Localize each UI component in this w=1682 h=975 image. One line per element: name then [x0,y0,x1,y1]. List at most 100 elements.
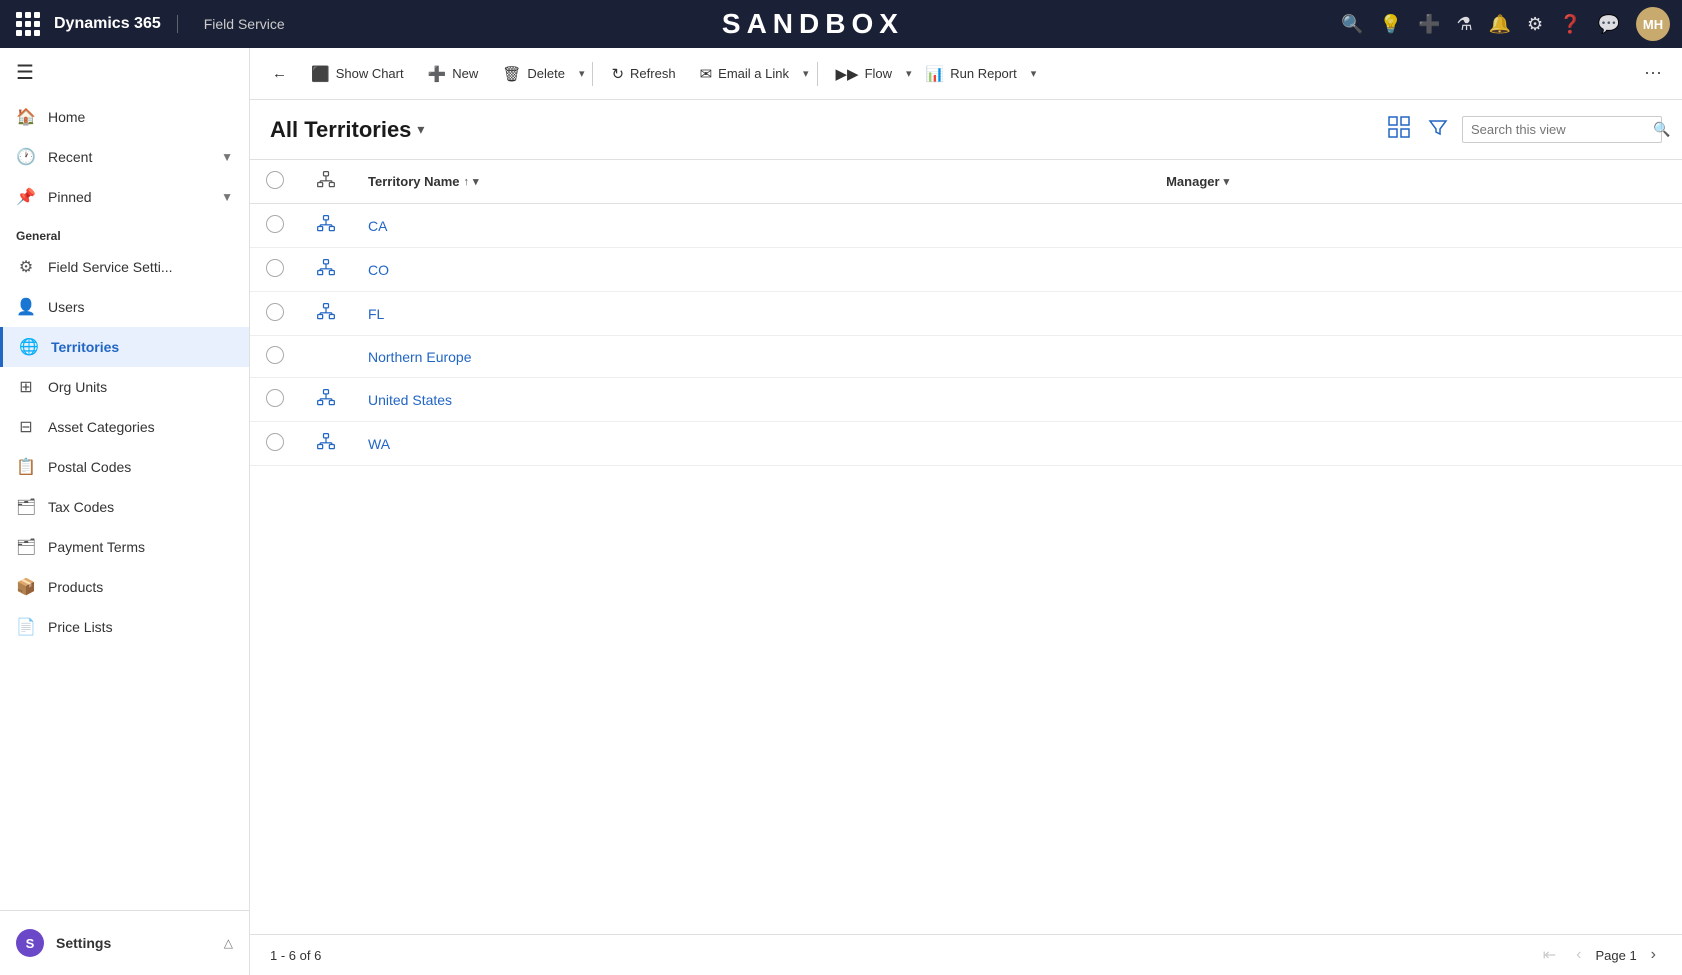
bell-icon[interactable]: 🔔 [1489,14,1511,35]
sidebar-item-asset-categories[interactable]: ⊟ Asset Categories [0,407,249,447]
flow-button[interactable]: ▶▶ Flow [826,59,903,89]
territory-link[interactable]: United States [368,392,452,408]
next-page-button[interactable]: › [1645,944,1662,966]
app-grid-icon[interactable] [12,8,44,40]
settings-icon[interactable]: ⚙ [1527,14,1543,35]
table-row: CA [250,204,1682,248]
row-checkbox[interactable] [266,259,284,277]
row-checkbox[interactable] [266,303,284,321]
sort-dropdown-icon[interactable]: ▾ [473,175,479,188]
org-units-icon: ⊞ [16,377,36,397]
row-checkbox[interactable] [266,389,284,407]
table-row: WA [250,422,1682,466]
territory-name-col-header[interactable]: Territory Name ↑ ▾ [352,160,1150,204]
settings-chevron-icon: △ [224,936,233,950]
lightbulb-icon[interactable]: 💡 [1380,14,1402,35]
email-dropdown-icon[interactable]: ▾ [803,67,809,80]
row-checkbox-cell [250,422,300,466]
app-title[interactable]: Dynamics 365 [54,15,178,33]
table-row: Northern Europe [250,336,1682,378]
sidebar-item-price-lists[interactable]: 📄 Price Lists [0,607,249,647]
hierarchy-icon [316,302,336,322]
territory-name-cell: CA [352,204,1150,248]
sidebar-item-field-service-settings[interactable]: ⚙ Field Service Setti... [0,247,249,287]
sidebar-item-asset-categories-label: Asset Categories [48,419,155,435]
run-report-dropdown-icon[interactable]: ▾ [1031,67,1037,80]
delete-button[interactable]: 🗑 Delete [492,59,575,89]
help-icon[interactable]: ❓ [1559,14,1581,35]
sidebar-item-org-units[interactable]: ⊞ Org Units [0,367,249,407]
hamburger-icon[interactable]: ☰ [16,60,34,85]
chat-icon[interactable]: 💬 [1598,14,1620,35]
sidebar-item-territories[interactable]: 🌐 Territories [0,327,249,367]
sidebar-item-postal-codes[interactable]: 📋 Postal Codes [0,447,249,487]
territory-name-label: Territory Name [368,174,460,189]
back-icon: ← [272,65,287,82]
territory-name-cell: FL [352,292,1150,336]
territory-link[interactable]: CA [368,218,387,234]
icon-col-header [300,160,352,204]
module-title[interactable]: Field Service [188,16,285,32]
sidebar-item-tax-codes[interactable]: 🗂 Tax Codes [0,487,249,527]
sidebar-settings-item[interactable]: S Settings △ [0,919,249,967]
table-header: Territory Name ↑ ▾ Manager ▾ [250,160,1682,204]
more-options-icon[interactable]: ⋯ [1636,59,1670,88]
plus-icon[interactable]: ➕ [1418,14,1440,35]
manager-cell [1150,336,1682,378]
top-nav: Dynamics 365 Field Service SANDBOX 🔍 💡 ➕… [0,0,1682,48]
sidebar-item-recent-label: Recent [48,149,92,165]
row-checkbox[interactable] [266,346,284,364]
row-checkbox[interactable] [266,433,284,451]
search-submit-icon[interactable]: 🔍 [1653,121,1670,138]
territory-link[interactable]: Northern Europe [368,349,472,365]
search-input[interactable] [1471,122,1647,137]
payment-terms-icon: 🗂 [16,537,36,557]
manager-sort-icon[interactable]: ▾ [1224,175,1230,188]
new-button[interactable]: ➕ New [418,59,489,89]
view-title-chevron-icon[interactable]: ▾ [417,121,424,138]
run-report-button[interactable]: 📊 Run Report [916,59,1027,89]
pagination-bar: 1 - 6 of 6 ⇤ ‹ Page 1 › [250,934,1682,975]
table-row: United States [250,378,1682,422]
sidebar-item-products[interactable]: 📦 Products [0,567,249,607]
refresh-button[interactable]: ↻ Refresh [601,59,685,89]
delete-dropdown-icon[interactable]: ▾ [579,67,585,80]
sidebar-item-payment-terms[interactable]: 🗂 Payment Terms [0,527,249,567]
sidebar-header: ☰ [0,48,249,97]
prev-page-button[interactable]: ‹ [1570,944,1587,966]
delete-label: Delete [527,66,565,81]
territory-link[interactable]: CO [368,262,389,278]
sidebar-item-home[interactable]: 🏠 Home [0,97,249,137]
select-all-checkbox[interactable] [266,171,284,189]
flow-icon: ▶▶ [836,65,859,83]
user-avatar[interactable]: MH [1636,7,1670,41]
view-layout-icon[interactable] [1384,112,1414,147]
general-section-label: General [0,217,249,247]
email-link-button[interactable]: ✉ Email a Link [690,59,799,89]
territory-link[interactable]: WA [368,436,390,452]
filter-icon[interactable]: ⚗ [1456,14,1472,35]
filter-funnel-icon[interactable] [1424,113,1452,146]
sidebar-bottom: S Settings △ [0,910,249,975]
back-button[interactable]: ← [262,59,297,88]
row-checkbox-cell [250,248,300,292]
sidebar-item-users[interactable]: 👤 Users [0,287,249,327]
sidebar-item-pinned-label: Pinned [48,189,92,205]
show-chart-button[interactable]: ⬛ Show Chart [301,59,414,89]
page-label: Page 1 [1595,948,1636,963]
territory-link[interactable]: FL [368,306,384,322]
sidebar-item-recent[interactable]: 🕐 Recent ▼ [0,137,249,177]
table-body: CA CO FL Northern Europe United States [250,204,1682,466]
sidebar-item-territories-label: Territories [51,339,119,355]
hierarchy-icon [316,258,336,278]
home-icon: 🏠 [16,107,36,127]
search-icon[interactable]: 🔍 [1341,14,1363,35]
first-page-button[interactable]: ⇤ [1537,943,1562,967]
flow-dropdown-icon[interactable]: ▾ [906,67,912,80]
command-bar: ← ⬛ Show Chart ➕ New 🗑 Delete ▾ ↻ Refres… [250,48,1682,100]
sidebar-item-org-units-label: Org Units [48,379,107,395]
show-chart-icon: ⬛ [311,65,330,83]
row-checkbox[interactable] [266,215,284,233]
manager-col-header[interactable]: Manager ▾ [1150,160,1682,204]
sidebar-item-pinned[interactable]: 📌 Pinned ▼ [0,177,249,217]
